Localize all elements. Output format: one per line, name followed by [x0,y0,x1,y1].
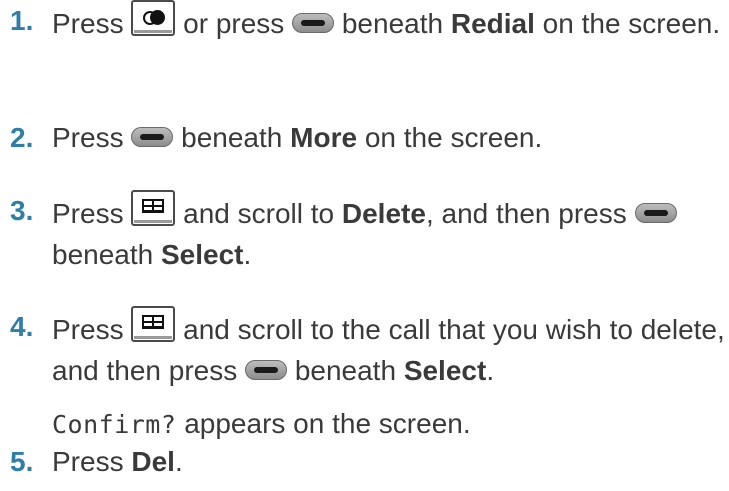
step-number: 3. [10,195,34,226]
step-number: 2. [10,122,34,153]
step-text: beneath [294,355,397,386]
display-text-confirm: Confirm? [52,410,177,439]
menu-option-delete: Delete [341,198,426,229]
step-text: beneath [52,239,154,270]
step-text: beneath [341,8,444,39]
step-text: Press [52,198,124,229]
step-2: 2. Press beneath More on the screen. [10,117,729,158]
soft-key-icon [245,360,288,380]
phonebook-key-icon [131,306,176,342]
softkey-label-redial: Redial [450,8,535,39]
step-text: . [174,446,183,477]
step-text: on the screen. [364,122,543,153]
step-text: Press [52,122,124,153]
step-5: 5. Press Del. [10,441,729,482]
step-text: Press [52,8,124,39]
step-text: or press [183,8,285,39]
step-text: Press [52,314,124,345]
step-3: 3. Press and scroll to Delete, and then … [10,190,729,275]
step-text: and scroll to [183,198,335,229]
soft-key-icon [634,203,677,223]
step-note-text: appears on the screen. [184,408,471,439]
step-text: Press [52,446,124,477]
step-1: 1. Press or press beneath Redial on the … [10,0,729,44]
step-note: Confirm? appears on the screen. [52,403,729,445]
step-text: beneath [181,122,283,153]
step-number: 4. [10,311,34,342]
step-text: , and then press [425,198,627,229]
step-number: 1. [10,5,34,36]
softkey-label-select: Select [403,355,487,386]
step-text: . [243,239,252,270]
step-number: 5. [10,446,34,477]
soft-key-icon [131,127,174,147]
softkey-label-del: Del [131,446,175,477]
redial-key-icon [131,0,176,36]
step-text: on the screen. [542,8,721,39]
step-text: . [486,355,495,386]
softkey-label-select: Select [161,239,244,270]
phonebook-key-icon [131,190,176,226]
soft-key-icon [292,13,335,33]
step-4: 4. Press and scroll to the call that you… [10,306,729,445]
softkey-label-more: More [290,122,358,153]
